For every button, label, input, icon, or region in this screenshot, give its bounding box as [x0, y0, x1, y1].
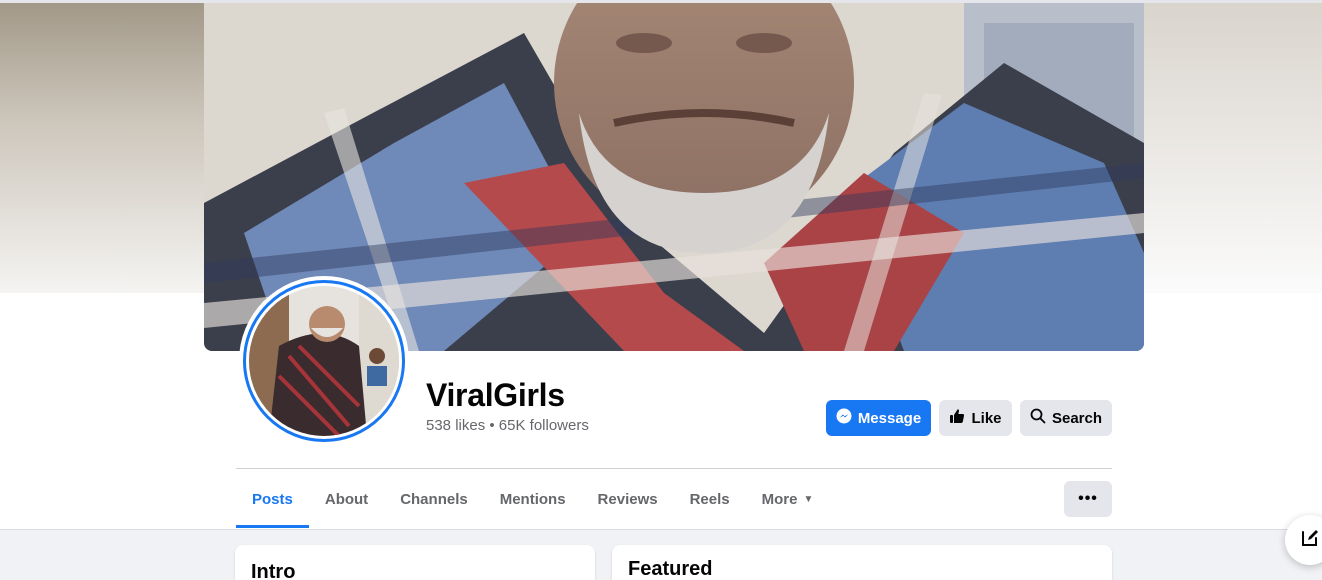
thumbs-up-icon	[949, 408, 965, 428]
tab-label: Reviews	[597, 490, 658, 508]
tab-posts[interactable]: Posts	[236, 470, 309, 528]
tab-reviews[interactable]: Reviews	[582, 470, 674, 528]
more-options-label: •••	[1078, 490, 1098, 507]
tab-label: Mentions	[499, 490, 566, 508]
tab-label: Channels	[400, 490, 468, 508]
message-button[interactable]: Message	[826, 400, 931, 436]
featured-title: Featured	[628, 558, 713, 580]
featured-card: Featured	[612, 545, 1112, 580]
tab-reels[interactable]: Reels	[674, 470, 746, 528]
page-tabs: Posts About Channels Mentions Reviews Re…	[236, 470, 829, 528]
message-button-label: Message	[857, 409, 922, 427]
cover-background-shade	[0, 3, 205, 293]
tab-label: Posts	[252, 490, 293, 508]
tab-mentions[interactable]: Mentions	[484, 470, 582, 528]
caret-down-icon: ▼	[803, 493, 814, 505]
intro-title: Intro	[251, 561, 296, 580]
tab-label: About	[324, 490, 369, 508]
profile-picture-ring	[243, 280, 405, 442]
search-button-label: Search	[1051, 409, 1103, 427]
tab-label: More	[761, 490, 798, 508]
compose-icon	[1300, 528, 1320, 553]
profile-picture[interactable]	[239, 276, 409, 446]
search-button[interactable]: Search	[1020, 400, 1112, 436]
like-button[interactable]: Like	[939, 400, 1012, 436]
tab-label: Reels	[689, 490, 730, 508]
tab-about[interactable]: About	[309, 470, 384, 528]
page-stats[interactable]: 538 likes • 65K followers	[426, 417, 589, 434]
profile-photo-art	[249, 286, 399, 436]
intro-card: Intro	[235, 545, 595, 580]
search-icon	[1030, 408, 1046, 428]
tab-more[interactable]: More ▼	[746, 470, 830, 528]
like-button-label: Like	[971, 409, 1002, 427]
messenger-icon	[836, 408, 852, 428]
more-options-button[interactable]: •••	[1064, 481, 1112, 517]
profile-picture-image	[249, 286, 399, 436]
tab-channels[interactable]: Channels	[384, 470, 484, 528]
page-title: ViralGirls	[426, 377, 565, 413]
header-divider	[236, 468, 1112, 469]
